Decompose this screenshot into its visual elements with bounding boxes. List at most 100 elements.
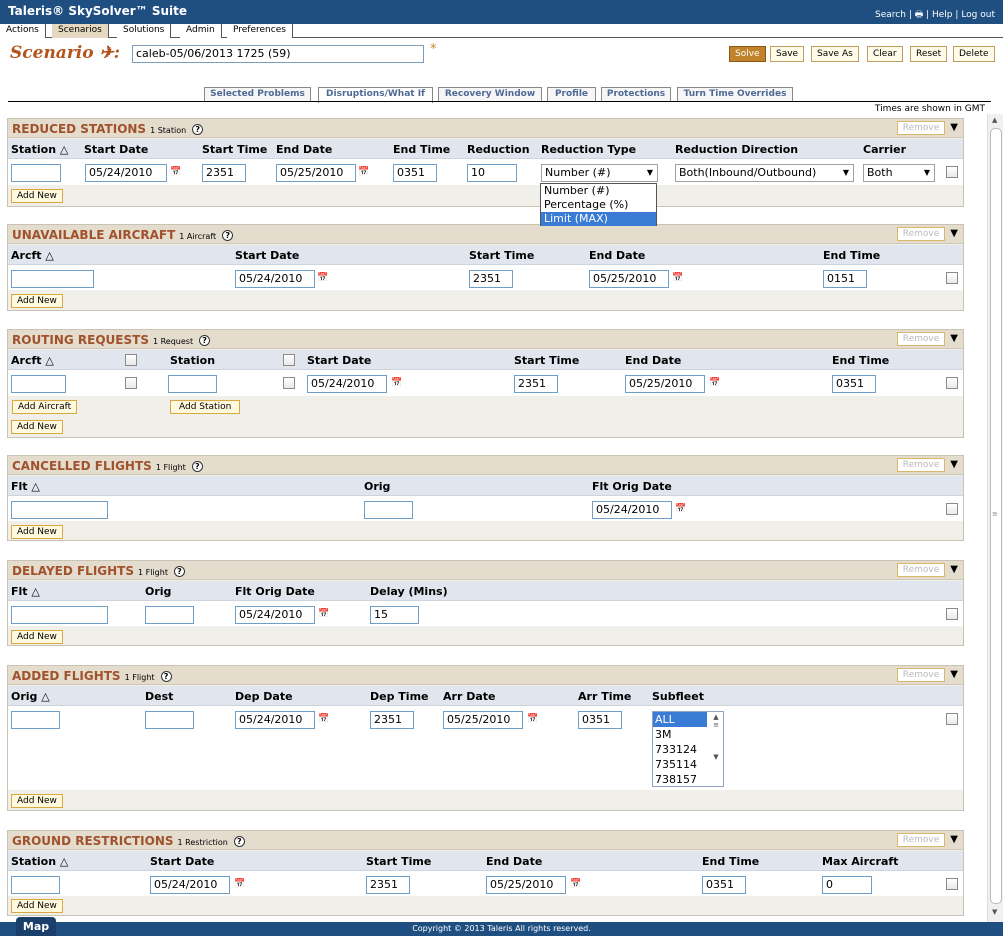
delay-input[interactable]: 15 — [370, 606, 419, 624]
option-limit[interactable]: Limit (MAX) — [541, 212, 656, 226]
col-arcft[interactable]: Arcft △ — [11, 249, 54, 262]
help-link[interactable]: Help — [932, 10, 953, 20]
calendar-icon[interactable]: 📅 — [318, 609, 331, 620]
dep-date-input[interactable]: 05/24/2010 — [235, 711, 315, 729]
collapse-icon[interactable]: ▼ — [950, 834, 958, 845]
save-button[interactable]: Save — [770, 46, 805, 62]
option-percentage[interactable]: Percentage (%) — [541, 198, 656, 212]
reduction-type-select[interactable]: Number (#) ▼ — [541, 164, 658, 182]
col-arcft[interactable]: Arcft △ — [11, 354, 54, 367]
row-checkbox[interactable] — [946, 713, 958, 725]
remove-button[interactable]: Remove — [897, 833, 945, 847]
reset-button[interactable]: Reset — [910, 46, 948, 62]
arr-date-input[interactable]: 05/25/2010 — [443, 711, 523, 729]
calendar-icon[interactable]: 📅 — [672, 273, 685, 284]
row-checkbox[interactable] — [946, 878, 958, 890]
carrier-select[interactable]: Both ▼ — [863, 164, 935, 182]
arcft-checkbox[interactable] — [125, 377, 137, 389]
end-time-input[interactable]: 0351 — [702, 876, 746, 894]
row-checkbox[interactable] — [946, 608, 958, 620]
menu-solutions[interactable]: Solutions — [117, 24, 172, 38]
station-checkbox[interactable] — [283, 377, 295, 389]
remove-button[interactable]: Remove — [897, 121, 945, 135]
add-new-button[interactable]: Add New — [11, 794, 63, 808]
col-station[interactable]: Station △ — [11, 143, 68, 156]
row-checkbox[interactable] — [946, 503, 958, 515]
tab-profile[interactable]: Profile — [547, 87, 596, 102]
help-icon[interactable]: ? — [199, 335, 211, 346]
start-time-input[interactable]: 2351 — [469, 270, 513, 288]
clear-button[interactable]: Clear — [867, 46, 903, 62]
collapse-icon[interactable]: ▼ — [950, 333, 958, 344]
arcft-input[interactable] — [11, 375, 66, 393]
tab-recovery-window[interactable]: Recovery Window — [438, 87, 542, 102]
calendar-icon[interactable]: 📅 — [358, 167, 371, 178]
menu-admin[interactable]: Admin — [180, 24, 222, 38]
solve-button[interactable]: Solve — [729, 46, 766, 62]
calendar-icon[interactable]: 📅 — [527, 714, 540, 725]
remove-button[interactable]: Remove — [897, 332, 945, 346]
map-button[interactable]: Map — [16, 917, 56, 936]
station-input[interactable] — [168, 375, 217, 393]
orig-input[interactable] — [364, 501, 413, 519]
flt-orig-date-input[interactable]: 05/24/2010 — [592, 501, 672, 519]
calendar-icon[interactable]: 📅 — [234, 879, 247, 890]
start-date-input[interactable]: 05/24/2010 — [235, 270, 315, 288]
help-icon[interactable]: ? — [233, 836, 245, 847]
tab-protections[interactable]: Protections — [601, 87, 671, 102]
calendar-icon[interactable]: 📅 — [318, 714, 331, 725]
start-date-input[interactable]: 05/24/2010 — [150, 876, 230, 894]
scroll-down-icon[interactable]: ▼ — [992, 908, 997, 916]
arr-time-input[interactable]: 0351 — [578, 711, 622, 729]
help-icon[interactable]: ? — [173, 566, 185, 577]
collapse-icon[interactable]: ▼ — [950, 122, 958, 133]
start-time-input[interactable]: 2351 — [366, 876, 410, 894]
collapse-icon[interactable]: ▼ — [950, 459, 958, 470]
col-orig[interactable]: Orig △ — [11, 690, 50, 703]
delete-button[interactable]: Delete — [953, 46, 995, 62]
start-date-input[interactable]: 05/24/2010 — [307, 375, 387, 393]
col-flt[interactable]: Flt △ — [11, 480, 40, 493]
option-number[interactable]: Number (#) — [541, 184, 656, 198]
collapse-icon[interactable]: ▼ — [950, 228, 958, 239]
col-station[interactable]: Station △ — [11, 855, 68, 868]
row-checkbox[interactable] — [946, 166, 958, 178]
menu-scenarios[interactable]: Scenarios — [52, 24, 109, 38]
save-as-button[interactable]: Save As — [811, 46, 859, 62]
arcft-input[interactable] — [11, 270, 94, 288]
calendar-icon[interactable]: 📅 — [709, 378, 722, 389]
row-checkbox[interactable] — [946, 377, 958, 389]
reduction-direction-select[interactable]: Both(Inbound/Outbound) ▼ — [675, 164, 854, 182]
page-scrollbar[interactable]: ▲ ≡ ▼ — [987, 114, 1003, 922]
add-new-button[interactable]: Add New — [11, 420, 63, 434]
end-time-input[interactable]: 0151 — [823, 270, 867, 288]
add-station-button[interactable]: Add Station — [170, 400, 241, 414]
tab-turn-time-overrides[interactable]: Turn Time Overrides — [677, 87, 793, 102]
subfleet-listbox[interactable]: ALL 3M 733124 735114 738157 ▲ ≡ ▼ — [652, 711, 724, 787]
search-link[interactable]: Search — [875, 10, 906, 20]
subfleet-option[interactable]: ALL — [653, 712, 707, 727]
add-new-button[interactable]: Add New — [11, 899, 63, 913]
collapse-icon[interactable]: ▼ — [950, 564, 958, 575]
logout-link[interactable]: Log out — [961, 10, 995, 20]
add-aircraft-button[interactable]: Add Aircraft — [12, 400, 78, 414]
end-date-input[interactable]: 05/25/2010 — [589, 270, 669, 288]
col-flt[interactable]: Flt △ — [11, 585, 40, 598]
flt-input[interactable] — [11, 606, 108, 624]
start-time-input[interactable]: 2351 — [202, 164, 246, 182]
calendar-icon[interactable]: 📅 — [317, 273, 330, 284]
add-new-button[interactable]: Add New — [11, 189, 63, 203]
calendar-icon[interactable]: 📅 — [391, 378, 404, 389]
menu-preferences[interactable]: Preferences — [227, 24, 293, 38]
scroll-up-icon[interactable]: ▲ — [992, 116, 997, 124]
dest-input[interactable] — [145, 711, 194, 729]
start-time-input[interactable]: 2351 — [514, 375, 558, 393]
collapse-icon[interactable]: ▼ — [950, 669, 958, 680]
tab-selected-problems[interactable]: Selected Problems — [204, 87, 311, 102]
remove-button[interactable]: Remove — [897, 458, 945, 472]
help-icon[interactable]: ? — [191, 461, 203, 472]
menu-actions[interactable]: Actions — [0, 24, 46, 38]
flt-input[interactable] — [11, 501, 108, 519]
remove-button[interactable]: Remove — [897, 227, 945, 241]
start-date-input[interactable]: 05/24/2010 — [85, 164, 167, 182]
